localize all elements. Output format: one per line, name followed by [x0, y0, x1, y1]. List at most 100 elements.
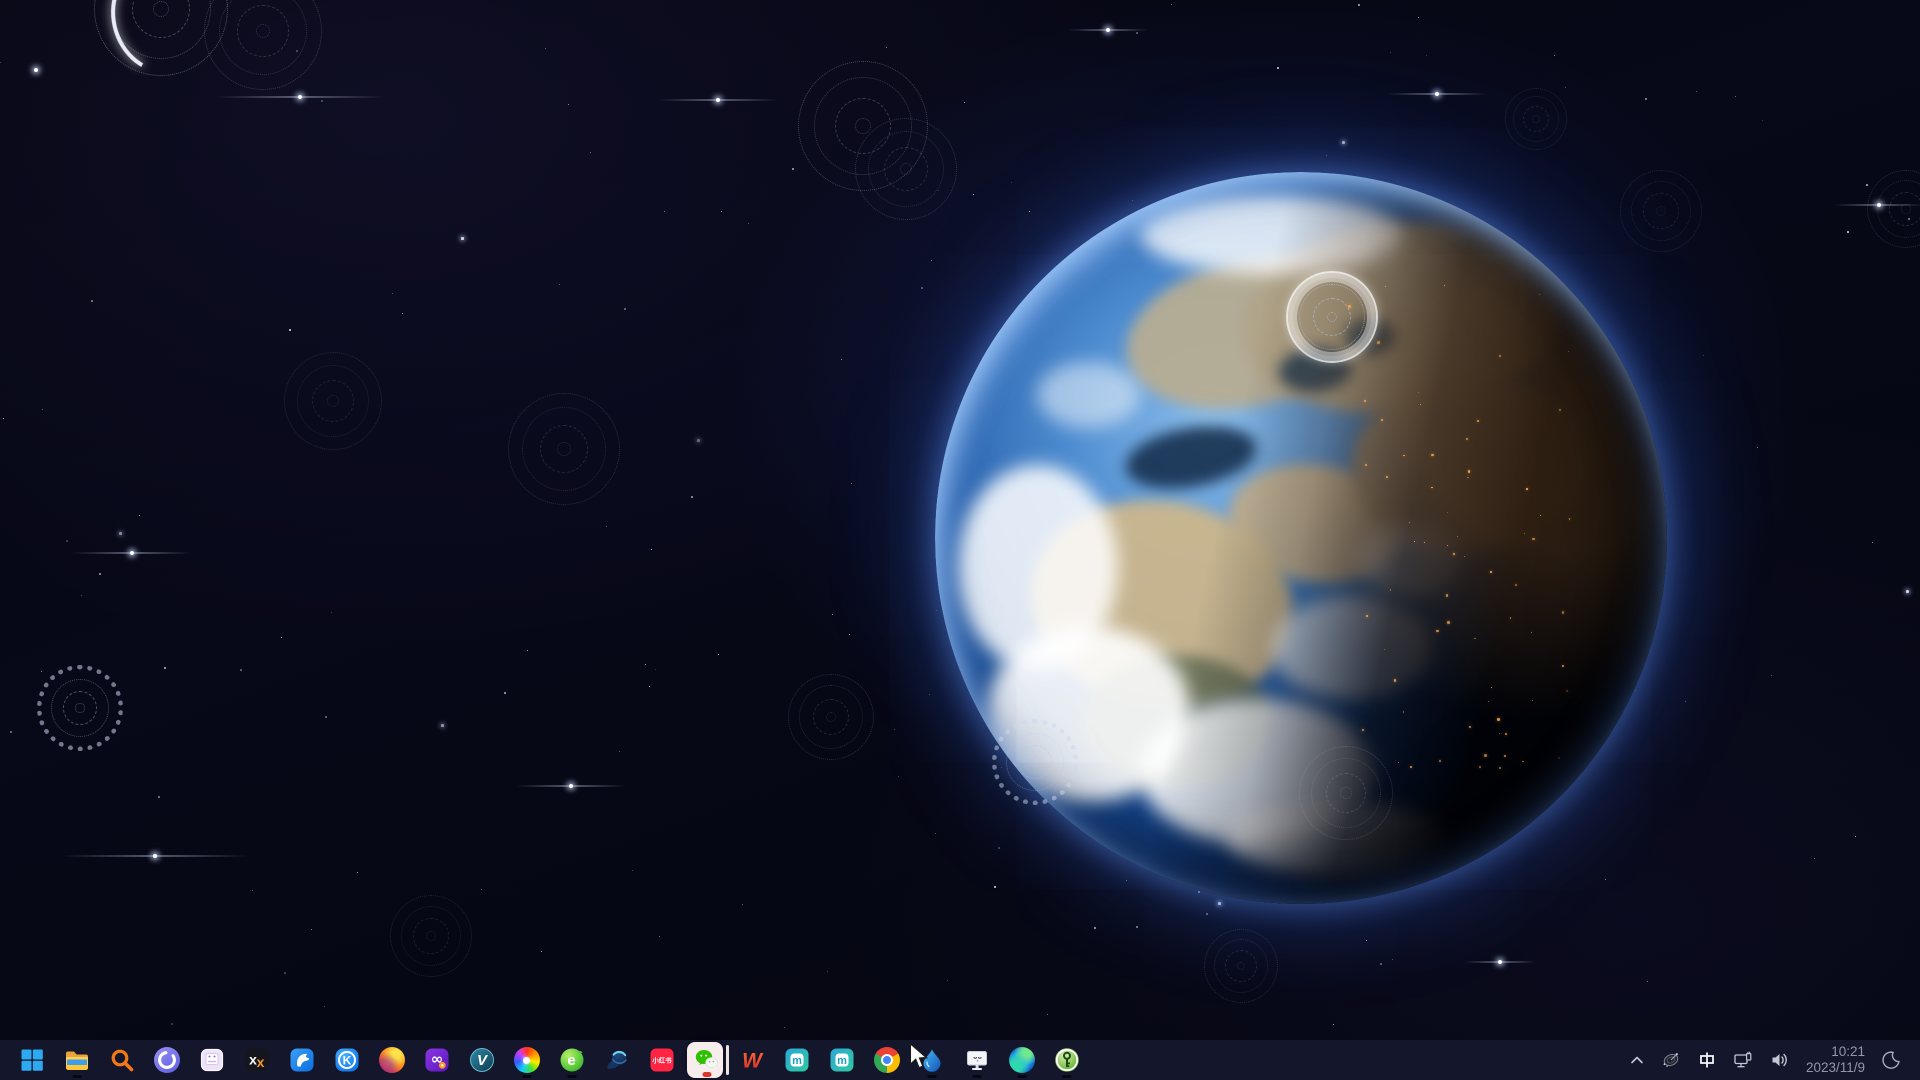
- star-core: [569, 784, 573, 788]
- taskbar-item-pinwheel[interactable]: [504, 1040, 549, 1080]
- taskbar-item-wechat[interactable]: [684, 1040, 729, 1080]
- star-core: [1435, 92, 1439, 96]
- do-not-disturb-button[interactable]: [1876, 1043, 1906, 1077]
- star: [921, 287, 923, 289]
- taskbar-pinned-apps: xx K ∞ V e 小红书: [0, 1040, 1089, 1080]
- taskbar-item-explorer[interactable]: [54, 1040, 99, 1080]
- ime-indicator-button[interactable]: [1693, 1043, 1721, 1077]
- star: [441, 724, 444, 727]
- device-icon: [199, 1047, 225, 1073]
- keepass-icon: [1054, 1047, 1080, 1073]
- star: [1277, 67, 1279, 69]
- desktop-screen: xx K ∞ V e 小红书: [0, 0, 1920, 1080]
- satellite-dish-icon: [1661, 1050, 1681, 1070]
- disc-ornament: [788, 674, 874, 760]
- disc-ornament: [992, 719, 1078, 805]
- taskbar-item-se360[interactable]: e: [549, 1040, 594, 1080]
- hidden-icons-chevron-button[interactable]: [1625, 1043, 1649, 1077]
- taskbar-item-xx[interactable]: xx: [234, 1040, 279, 1080]
- taskbar-item-rainmeter[interactable]: [909, 1040, 954, 1080]
- taskbar-item-vapp[interactable]: V: [459, 1040, 504, 1080]
- disc-inner-ring: [1656, 206, 1666, 216]
- disc-inner-ring: [1030, 757, 1039, 766]
- star: [461, 237, 464, 240]
- star: [171, 1023, 173, 1025]
- taskbar-item-maxthon[interactable]: m: [774, 1040, 819, 1080]
- star: [284, 972, 286, 974]
- taskbar-item-xhs[interactable]: 小红书: [639, 1040, 684, 1080]
- disc-ornament: [37, 665, 123, 751]
- star: [998, 847, 1000, 849]
- taskbar-item-firefox[interactable]: [369, 1040, 414, 1080]
- clock[interactable]: 10:21 2023/11/9: [1802, 1043, 1869, 1077]
- disc-inner-ring: [855, 118, 870, 133]
- system-tray: 10:21 2023/11/9: [1625, 1040, 1920, 1080]
- ime-chinese-icon: [1698, 1051, 1716, 1069]
- star-core: [298, 95, 302, 99]
- star: [1136, 32, 1138, 34]
- star: [1866, 184, 1868, 186]
- volume-icon: [1770, 1050, 1790, 1070]
- taskbar-item-monitor[interactable]: [954, 1040, 999, 1080]
- taskbar-item-wps[interactable]: W: [729, 1040, 774, 1080]
- star: [158, 796, 160, 798]
- star: [994, 886, 996, 888]
- running-indicator: [72, 1075, 81, 1078]
- disc-ornament: [855, 118, 957, 220]
- star: [1906, 590, 1909, 593]
- star: [321, 100, 323, 102]
- firefox-icon: [379, 1047, 405, 1073]
- infinity-icon: ∞: [424, 1047, 450, 1073]
- taskbar-item-kugou[interactable]: K: [324, 1040, 369, 1080]
- disc-inner-ring: [327, 395, 339, 407]
- taskbar-item-start[interactable]: [9, 1040, 54, 1080]
- disc-inner-ring: [1532, 115, 1539, 122]
- star: [624, 308, 626, 310]
- chrome-icon: [874, 1047, 900, 1073]
- star-core: [716, 98, 720, 102]
- taskbar-item-edge[interactable]: [999, 1040, 1044, 1080]
- rainmeter-icon: [919, 1047, 945, 1073]
- star: [119, 532, 122, 535]
- running-indicator: [567, 1075, 576, 1078]
- chevron-up-icon: [1630, 1054, 1644, 1066]
- star: [91, 300, 93, 302]
- svg-text:m: m: [837, 1055, 847, 1067]
- taskbar: xx K ∞ V e 小红书: [0, 1040, 1920, 1080]
- taskbar-item-comet[interactable]: [594, 1040, 639, 1080]
- taskbar-item-search[interactable]: [99, 1040, 144, 1080]
- star: [66, 540, 68, 542]
- taskbar-item-infinity[interactable]: ∞: [414, 1040, 459, 1080]
- star-core: [1498, 960, 1502, 964]
- se360-icon: e: [559, 1047, 585, 1073]
- tray-app-button[interactable]: [1656, 1043, 1686, 1077]
- svg-text:W: W: [742, 1050, 764, 1073]
- disc-ornament: [1204, 929, 1278, 1003]
- taskbar-item-keepass[interactable]: [1044, 1040, 1089, 1080]
- disc-ornament: [390, 895, 472, 977]
- star-core: [130, 551, 134, 555]
- star: [1094, 927, 1096, 929]
- taskbar-item-device[interactable]: [189, 1040, 234, 1080]
- xhs-icon: 小红书: [649, 1047, 675, 1073]
- star: [240, 669, 242, 671]
- taskbar-item-loop[interactable]: [144, 1040, 189, 1080]
- star: [504, 692, 506, 694]
- star: [1847, 231, 1849, 233]
- svg-text:m: m: [792, 1055, 802, 1067]
- running-indicator: [927, 1075, 936, 1078]
- xx-icon: xx: [244, 1047, 270, 1073]
- network-button[interactable]: [1728, 1043, 1758, 1077]
- disc-inner-ring: [426, 931, 436, 941]
- taskbar-item-chrome[interactable]: [864, 1040, 909, 1080]
- disc-inner-ring: [75, 703, 84, 712]
- volume-button[interactable]: [1765, 1043, 1795, 1077]
- taskbar-item-maxthon2[interactable]: m: [819, 1040, 864, 1080]
- wechat-icon: [692, 1045, 722, 1075]
- taskbar-item-eagle[interactable]: [279, 1040, 324, 1080]
- disc-ornament: [1505, 88, 1567, 150]
- star: [697, 439, 700, 442]
- star: [99, 573, 101, 575]
- svg-text:小红书: 小红书: [652, 1056, 672, 1065]
- vapp-icon: V: [469, 1047, 495, 1073]
